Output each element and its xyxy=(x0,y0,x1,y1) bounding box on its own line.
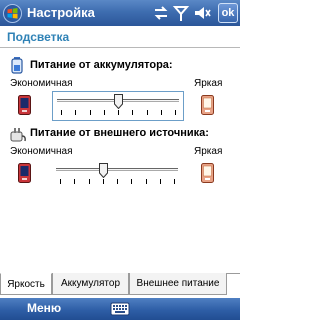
keyboard-icon[interactable] xyxy=(110,301,130,317)
external-brightness-slider[interactable] xyxy=(52,161,184,191)
power-plug-icon xyxy=(10,128,26,142)
external-section-title: Питание от внешнего источника: xyxy=(30,127,209,139)
battery-brightness-slider[interactable] xyxy=(52,91,184,121)
slider-tick xyxy=(146,179,147,184)
slider-tick xyxy=(75,110,76,115)
slider-tick xyxy=(161,110,162,115)
menu-button[interactable]: Меню xyxy=(27,301,61,315)
battery-section-title: Питание от аккумулятора: xyxy=(30,59,173,71)
battery-economy-label: Экономичная xyxy=(10,78,73,89)
slider-tick xyxy=(175,110,176,115)
slider-tick xyxy=(61,110,62,115)
bright-screen-icon xyxy=(201,95,214,115)
slider-tick xyxy=(174,179,175,184)
slider-tick xyxy=(90,110,91,115)
slider-thumb[interactable] xyxy=(98,163,108,178)
title-bar: Настройка ok xyxy=(0,0,240,26)
windows-start-icon[interactable] xyxy=(3,4,22,23)
slider-tick xyxy=(104,110,105,115)
slider-tick xyxy=(132,110,133,115)
slider-tick xyxy=(89,179,90,184)
battery-bright-label: Яркая xyxy=(194,78,223,89)
ok-button[interactable]: ok xyxy=(218,3,238,23)
connectivity-icon[interactable] xyxy=(152,4,170,22)
slider-tick xyxy=(147,110,148,115)
slider-tick xyxy=(131,179,132,184)
slider-track xyxy=(56,168,178,171)
slider-tick xyxy=(74,179,75,184)
slider-tick xyxy=(118,110,119,115)
battery-icon xyxy=(11,57,23,74)
slider-tick xyxy=(160,179,161,184)
tab-external-power[interactable]: Внешнее питание xyxy=(129,273,227,295)
slider-tick xyxy=(103,179,104,184)
slider-thumb[interactable] xyxy=(114,94,123,109)
dim-screen-icon xyxy=(18,95,31,115)
volume-icon[interactable] xyxy=(193,4,211,22)
slider-tick xyxy=(60,179,61,184)
tab-brightness[interactable]: Яркость xyxy=(0,273,52,295)
window-title: Настройка xyxy=(27,5,95,20)
slider-tick xyxy=(117,179,118,184)
signal-icon[interactable] xyxy=(172,4,190,22)
dim-screen-icon xyxy=(18,163,31,183)
external-economy-label: Экономичная xyxy=(10,146,73,157)
screen: { "titlebar": { "title": "Настройка", "o… xyxy=(0,0,240,320)
bright-screen-icon xyxy=(201,163,214,183)
page-title: Подсветка xyxy=(7,30,70,44)
header-divider xyxy=(0,47,240,48)
external-bright-label: Яркая xyxy=(194,146,223,157)
menu-bar: Меню xyxy=(0,298,240,320)
tab-battery[interactable]: Аккумулятор xyxy=(52,273,129,295)
